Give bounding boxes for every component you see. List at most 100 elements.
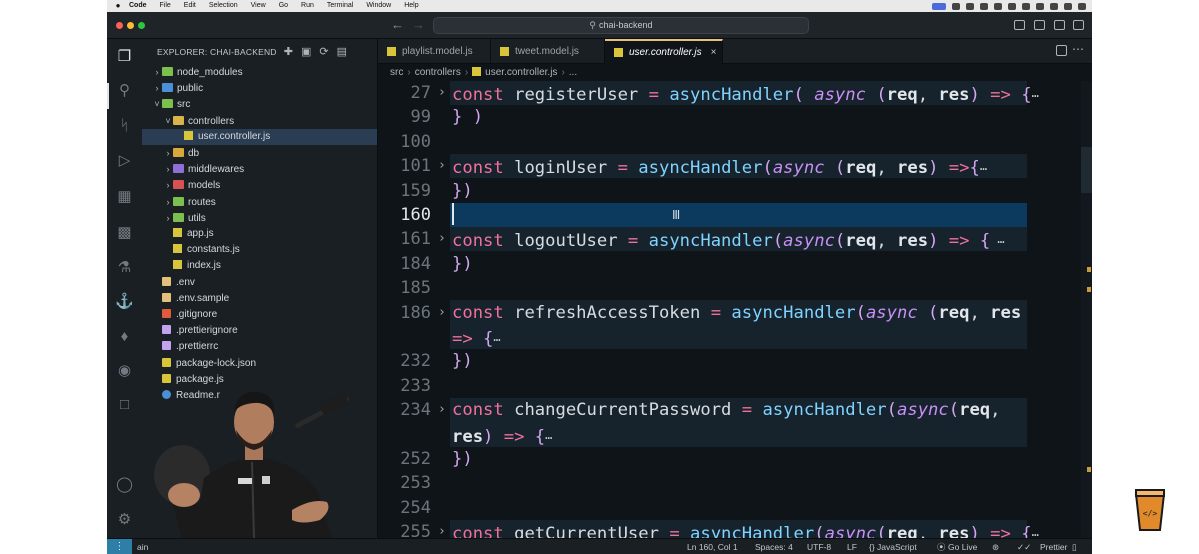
fold-chevron-icon[interactable]: › [438, 81, 446, 105]
chevron-right-icon[interactable]: › [152, 80, 162, 96]
remote-explorer-icon[interactable]: ▩ [115, 223, 134, 242]
indentation[interactable]: Spaces: 4 [755, 539, 793, 554]
menu-go[interactable]: Go [279, 0, 288, 12]
accounts-icon[interactable]: ⊛ [992, 539, 999, 554]
search-spotlight-icon[interactable] [1036, 2, 1044, 10]
siri-icon[interactable] [1078, 2, 1086, 10]
tree-file[interactable]: .gitignore [142, 307, 377, 323]
menu-help[interactable]: Help [404, 0, 418, 12]
menu-edit[interactable]: Edit [184, 0, 196, 12]
status-icon-2[interactable] [966, 2, 974, 10]
tab-user-controller[interactable]: user.controller.js × [605, 39, 723, 64]
tree-folder[interactable]: › middlewares [142, 161, 377, 177]
tree-folder[interactable]: › node_modules [142, 64, 377, 80]
breadcrumb-src[interactable]: src [390, 67, 403, 78]
code-editor[interactable]: 27 › const registerUser = asyncHandler( as… [378, 81, 1092, 538]
go-live-icon[interactable]: ⦿ [937, 539, 946, 554]
mongodb-leaf-icon[interactable]: ♦ [115, 327, 134, 346]
chevron-down-icon[interactable]: ˅ [152, 96, 162, 112]
encoding[interactable]: UTF-8 [807, 539, 831, 554]
language-mode[interactable]: {} JavaScript [869, 539, 917, 554]
status-icon-3[interactable] [980, 2, 988, 10]
refresh-icon[interactable]: ⟳ [319, 45, 328, 58]
remote-indicator-icon[interactable]: ⋮ [107, 539, 132, 554]
scrollbar-thumb[interactable] [1081, 147, 1092, 193]
fold-chevron-icon[interactable]: › [438, 398, 446, 422]
fold-chevron-icon[interactable]: › [438, 301, 446, 325]
tree-file[interactable]: .env.sample [142, 291, 377, 307]
battery-icon[interactable] [1008, 2, 1016, 10]
tab-tweet-model[interactable]: tweet.model.js [491, 39, 605, 64]
tree-folder[interactable]: › routes [142, 194, 377, 210]
prettier-status[interactable]: Prettier [1040, 539, 1067, 554]
cursor-position[interactable]: Ln 160, Col 1 [687, 539, 738, 554]
chevron-right-icon[interactable]: › [163, 210, 173, 226]
fold-chevron-icon[interactable]: › [438, 154, 446, 178]
user-icon[interactable] [1064, 2, 1072, 10]
tree-folder[interactable]: › db [142, 145, 377, 161]
tree-folder[interactable]: ˅ controllers [142, 113, 377, 129]
menu-terminal[interactable]: Terminal [327, 0, 353, 12]
wifi-icon[interactable] [1022, 2, 1030, 10]
collapse-all-icon[interactable]: ▤ [337, 45, 347, 58]
tree-file[interactable]: app.js [142, 226, 377, 242]
tree-file[interactable]: user.controller.js [142, 128, 377, 145]
forward-arrow-icon[interactable]: → [412, 17, 425, 32]
chevron-down-icon[interactable]: ˅ [163, 113, 173, 129]
close-window-button[interactable] [116, 22, 123, 29]
more-actions-icon[interactable]: ⋯ [1072, 42, 1084, 56]
toggle-primary-sidebar-icon[interactable] [1014, 20, 1025, 30]
screen-record-icon[interactable] [932, 2, 946, 10]
tree-folder[interactable]: › utils [142, 210, 377, 226]
notifications-bell-icon[interactable]: ▯ [1072, 539, 1077, 554]
tree-file[interactable]: .env [142, 275, 377, 291]
breadcrumb-controllers[interactable]: controllers [415, 67, 461, 78]
tree-file[interactable]: .prettierignore [142, 323, 377, 339]
chevron-right-icon[interactable]: › [163, 177, 173, 193]
minimize-window-button[interactable] [127, 22, 134, 29]
tree-file[interactable]: index.js [142, 258, 377, 274]
tree-folder[interactable]: › models [142, 177, 377, 193]
command-center-search[interactable]: ⚲ chai-backend [433, 17, 809, 34]
git-branch[interactable]: ain [137, 539, 148, 554]
tree-folder[interactable]: ˅ src [142, 96, 377, 112]
account-icon[interactable]: ◯ [115, 475, 134, 494]
search-icon[interactable]: ⚲ [115, 81, 134, 100]
menu-window[interactable]: Window [366, 0, 391, 12]
back-arrow-icon[interactable]: ← [391, 17, 404, 32]
menu-file[interactable]: File [160, 0, 171, 12]
go-live-button[interactable]: Go Live [948, 539, 977, 554]
chevron-right-icon[interactable]: › [152, 64, 162, 80]
breadcrumb-symbol[interactable]: ... [569, 67, 577, 78]
status-icon-1[interactable] [952, 2, 960, 10]
zoom-window-button[interactable] [138, 22, 145, 29]
apple-icon[interactable]: ● [107, 0, 129, 12]
explorer-files-icon[interactable]: ❐ [115, 47, 134, 66]
run-debug-icon[interactable]: ▷ [115, 151, 134, 170]
extensions-icon[interactable]: ▦ [115, 187, 134, 206]
chevron-right-icon[interactable]: › [163, 194, 173, 210]
breadcrumb-file[interactable]: user.controller.js [485, 67, 557, 78]
new-file-icon[interactable]: ✚ [284, 45, 293, 58]
control-center-icon[interactable] [1050, 2, 1058, 10]
menu-run[interactable]: Run [301, 0, 314, 12]
tab-playlist-model[interactable]: playlist.model.js [378, 39, 491, 64]
toggle-panel-icon[interactable] [1034, 20, 1045, 30]
menu-app-code[interactable]: Code [129, 0, 147, 12]
customize-layout-icon[interactable] [1073, 20, 1084, 30]
live-share-icon[interactable]: ◉ [115, 361, 134, 380]
fold-chevron-icon[interactable]: › [438, 227, 446, 251]
menu-selection[interactable]: Selection [209, 0, 238, 12]
chevron-right-icon[interactable]: › [163, 161, 173, 177]
editor-scrollbar[interactable] [1081, 81, 1092, 538]
close-tab-icon[interactable]: × [711, 47, 717, 58]
chat-icon[interactable]: □ [115, 395, 134, 414]
tree-file[interactable]: .prettierrc [142, 339, 377, 355]
end-of-line[interactable]: LF [847, 539, 857, 554]
toggle-secondary-sidebar-icon[interactable] [1054, 20, 1065, 30]
fold-chevron-icon[interactable]: › [438, 520, 446, 538]
new-folder-icon[interactable]: ▣ [301, 45, 311, 58]
tree-file[interactable]: constants.js [142, 242, 377, 258]
split-editor-icon[interactable] [1056, 45, 1067, 56]
menu-view[interactable]: View [251, 0, 266, 12]
